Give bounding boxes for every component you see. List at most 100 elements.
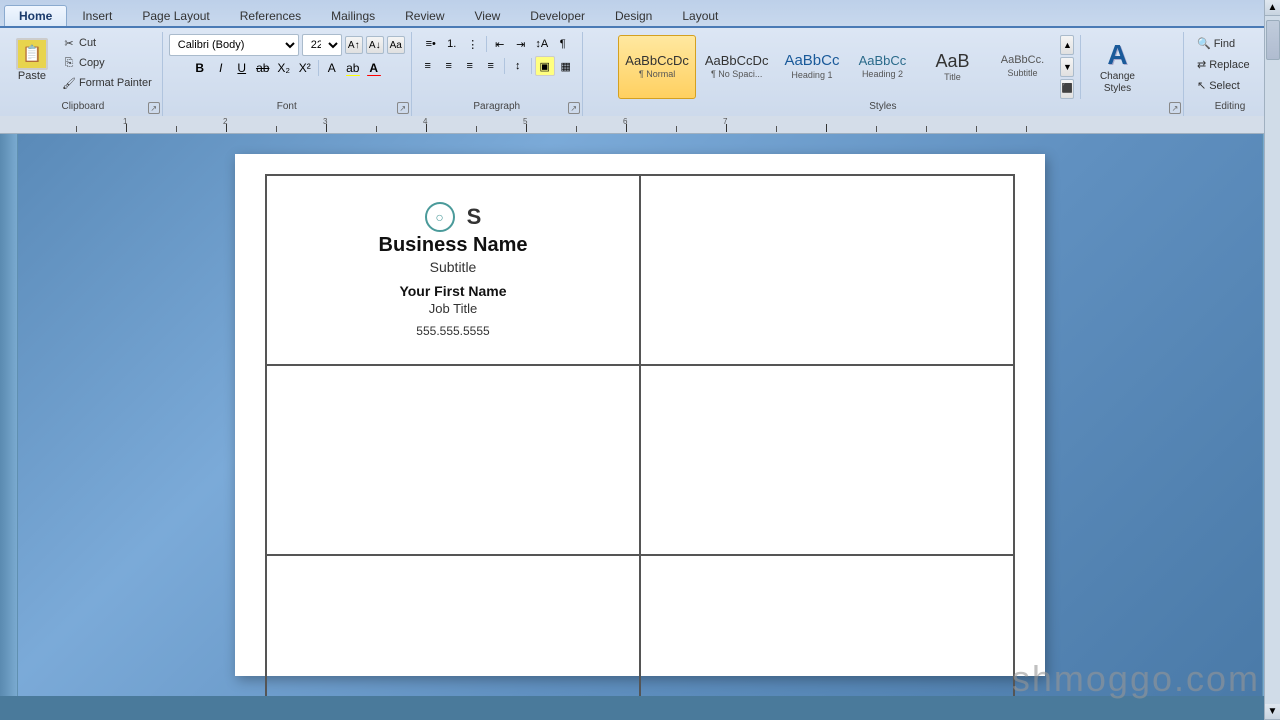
style-subtitle-name: Subtitle: [1007, 68, 1037, 78]
tab-page-layout[interactable]: Page Layout: [127, 5, 224, 26]
scroll-down-arrow[interactable]: ▼: [1265, 704, 1280, 720]
card-top-right[interactable]: [640, 175, 1014, 365]
style-heading2-name: Heading 2: [862, 69, 903, 79]
underline-button[interactable]: U: [232, 58, 252, 78]
editing-group: 🔍 Find ⇄ Replace ↖ Select Editing: [1184, 32, 1276, 116]
style-subtitle-preview: AaBbCc.: [1001, 55, 1044, 66]
editing-label: Editing: [1215, 99, 1246, 114]
change-styles-label: ChangeStyles: [1100, 71, 1135, 95]
justify-button[interactable]: ≡: [481, 56, 501, 76]
subscript-button[interactable]: X₂: [274, 58, 294, 78]
style-heading1-preview: AaBbCc: [784, 53, 839, 68]
format-painter-button[interactable]: 🖌 Format Painter: [58, 74, 156, 92]
font-shrink-button[interactable]: A↓: [366, 36, 384, 54]
tab-view[interactable]: View: [460, 5, 516, 26]
style-no-spacing-preview: AaBbCcDc: [705, 54, 769, 67]
editing-content: 🔍 Find ⇄ Replace ↖ Select: [1190, 34, 1270, 99]
style-heading1-button[interactable]: AaBbCc Heading 1: [777, 35, 846, 99]
tab-mailings[interactable]: Mailings: [316, 5, 390, 26]
font-expander[interactable]: ↗: [397, 102, 409, 114]
italic-button[interactable]: I: [211, 58, 231, 78]
tab-references[interactable]: References: [225, 5, 316, 26]
scroll-thumb[interactable]: [1266, 20, 1280, 60]
tab-layout[interactable]: Layout: [667, 5, 733, 26]
business-card-grid: ○ S Business Name Subtitle Your First Na…: [265, 174, 1015, 696]
increase-indent-button[interactable]: ⇥: [511, 34, 531, 54]
replace-button[interactable]: ⇄ Replace: [1190, 55, 1270, 74]
superscript-button[interactable]: X²: [295, 58, 315, 78]
ruler-svg: 1 2 3 4 5 6 7: [26, 116, 1272, 133]
clipboard-expander[interactable]: ↗: [148, 102, 160, 114]
style-normal-preview: AaBbCcDc: [625, 54, 689, 67]
strikethrough-button[interactable]: ab: [253, 58, 273, 78]
document-area[interactable]: ○ S Business Name Subtitle Your First Na…: [18, 134, 1262, 696]
styles-scroll-down[interactable]: ▼: [1060, 57, 1074, 77]
tab-developer[interactable]: Developer: [515, 5, 600, 26]
clipboard-label: Clipboard: [61, 99, 104, 114]
find-button[interactable]: 🔍 Find: [1190, 34, 1270, 53]
card-bot-left[interactable]: [266, 555, 640, 696]
copy-icon: ⎘: [62, 56, 76, 70]
card-main-content: ○ S Business Name Subtitle Your First Na…: [369, 192, 538, 348]
multilevel-list-button[interactable]: ⋮: [463, 34, 483, 54]
card-subtitle-text: Subtitle: [430, 259, 477, 275]
styles-scroll-up[interactable]: ▲: [1060, 35, 1074, 55]
cut-button[interactable]: ✂ Cut: [58, 34, 156, 52]
cut-icon: ✂: [62, 36, 76, 50]
watermark: shmoggo.com: [1012, 658, 1260, 696]
font-family-row: Calibri (Body) 22 A↑ A↓ Aa: [169, 34, 405, 56]
style-normal-button[interactable]: AaBbCcDc ¶ Normal: [618, 35, 696, 99]
style-heading2-button[interactable]: AaBbCc Heading 2: [848, 35, 916, 99]
replace-icon: ⇄: [1197, 58, 1206, 71]
numbering-button[interactable]: 1.: [442, 34, 462, 54]
tab-design[interactable]: Design: [600, 5, 667, 26]
text-effects-button[interactable]: A: [322, 58, 342, 78]
card-your-name: Your First Name: [399, 283, 506, 299]
style-subtitle-button[interactable]: AaBbCc. Subtitle: [988, 35, 1056, 99]
bold-button[interactable]: B: [190, 58, 210, 78]
styles-group: AaBbCcDc ¶ Normal AaBbCcDc ¶ No Spaci...…: [583, 32, 1184, 116]
styles-expand[interactable]: ⬛: [1060, 79, 1074, 99]
document-page[interactable]: ○ S Business Name Subtitle Your First Na…: [235, 154, 1045, 676]
align-left-button[interactable]: ≡: [418, 56, 438, 76]
show-formatting-button[interactable]: ¶: [553, 34, 573, 54]
copy-button[interactable]: ⎘ Copy: [58, 54, 156, 72]
card-mid-right[interactable]: [640, 365, 1014, 555]
left-sidebar: [0, 134, 18, 696]
card-mid-left[interactable]: [266, 365, 640, 555]
sort-button[interactable]: ↕A: [532, 34, 552, 54]
borders-button[interactable]: ▦: [556, 56, 576, 76]
font-grow-button[interactable]: A↑: [345, 36, 363, 54]
shading-button[interactable]: ▣: [535, 56, 555, 76]
tab-insert[interactable]: Insert: [67, 5, 127, 26]
font-color-button[interactable]: A: [364, 58, 384, 78]
style-heading1-name: Heading 1: [791, 70, 832, 80]
card-bot-right[interactable]: [640, 555, 1014, 696]
tab-review[interactable]: Review: [390, 5, 459, 26]
font-family-select[interactable]: Calibri (Body): [169, 34, 299, 56]
styles-label: Styles: [869, 99, 896, 114]
line-spacing-button[interactable]: ↕: [508, 56, 528, 76]
styles-expander[interactable]: ↗: [1169, 102, 1181, 114]
style-title-button[interactable]: AaB Title: [918, 35, 986, 99]
font-size-select[interactable]: 22: [302, 34, 342, 56]
card-s-letter: S: [467, 204, 482, 230]
tab-home[interactable]: Home: [4, 5, 67, 26]
align-center-button[interactable]: ≡: [439, 56, 459, 76]
highlight-color-button[interactable]: ab: [343, 58, 363, 78]
change-case-button[interactable]: Aa: [387, 36, 405, 54]
clipboard-group: 📋 Paste ✂ Cut ⎘ Copy 🖌 Format Painter: [4, 32, 163, 116]
scroll-up-arrow[interactable]: ▲: [1265, 0, 1280, 16]
change-styles-button[interactable]: A ChangeStyles: [1087, 35, 1147, 99]
style-no-spacing-button[interactable]: AaBbCcDc ¶ No Spaci...: [698, 35, 776, 99]
card-top-left[interactable]: ○ S Business Name Subtitle Your First Na…: [266, 175, 640, 365]
card-logo-row: ○ S: [425, 202, 482, 232]
paragraph-expander[interactable]: ↗: [568, 102, 580, 114]
vertical-scrollbar[interactable]: ▲ ▼: [1264, 0, 1280, 720]
align-right-button[interactable]: ≡: [460, 56, 480, 76]
paste-button[interactable]: 📋 Paste: [10, 34, 54, 86]
select-button[interactable]: ↖ Select: [1190, 76, 1270, 95]
decrease-indent-button[interactable]: ⇤: [490, 34, 510, 54]
style-title-name: Title: [944, 72, 961, 82]
bullets-button[interactable]: ≡•: [421, 34, 441, 54]
